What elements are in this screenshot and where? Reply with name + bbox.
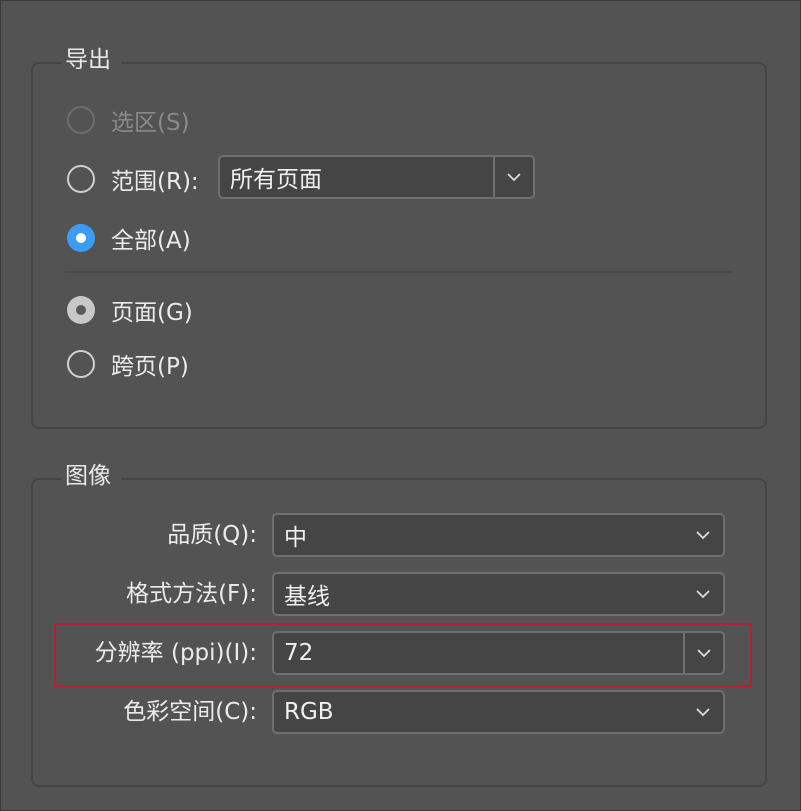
chevron-down-icon xyxy=(696,531,710,540)
image-group-title: 图像 xyxy=(61,462,121,490)
resolution-dropdown-button[interactable] xyxy=(683,633,723,673)
radio-label-spreads[interactable]: 跨页(P) xyxy=(111,347,189,381)
radio-label-pages[interactable]: 页面(G) xyxy=(111,293,193,327)
radio-pages[interactable]: 页面(G) xyxy=(67,293,193,327)
chevron-down-icon xyxy=(507,173,521,182)
radio-button-all[interactable] xyxy=(67,224,95,252)
radio-button-range[interactable] xyxy=(67,165,95,193)
format-method-dropdown-button[interactable] xyxy=(683,574,723,614)
range-select[interactable]: 所有页面 xyxy=(218,155,535,199)
radio-range[interactable]: 范围(R): xyxy=(67,162,199,196)
radio-label-selection: 选区(S) xyxy=(111,110,190,136)
color-space-label: 色彩空间(C): xyxy=(123,699,257,725)
export-group-title: 导出 xyxy=(61,46,121,74)
color-space-select[interactable]: RGB xyxy=(272,690,725,734)
format-method-select-value: 基线 xyxy=(284,584,330,610)
quality-dropdown-button[interactable] xyxy=(683,515,723,555)
range-select-value: 所有页面 xyxy=(230,167,322,193)
color-space-dropdown-button[interactable] xyxy=(683,692,723,732)
format-method-label: 格式方法(F): xyxy=(126,581,257,607)
radio-label-all[interactable]: 全部(A) xyxy=(111,221,191,255)
chevron-down-icon xyxy=(696,708,710,717)
radio-selection: 选区(S) xyxy=(67,103,190,137)
color-space-select-value: RGB xyxy=(284,699,334,725)
export-divider xyxy=(65,271,733,273)
quality-label: 品质(Q): xyxy=(167,522,257,548)
format-method-select[interactable]: 基线 xyxy=(272,572,725,616)
radio-button-selection xyxy=(67,106,95,134)
range-select-dropdown-button[interactable] xyxy=(493,157,533,197)
radio-button-spreads[interactable] xyxy=(67,350,95,378)
quality-select[interactable]: 中 xyxy=(272,513,725,557)
radio-button-pages[interactable] xyxy=(67,296,95,324)
radio-spreads[interactable]: 跨页(P) xyxy=(67,347,189,381)
resolution-label: 分辨率 (ppi)(I): xyxy=(94,640,257,666)
resolution-select[interactable]: 72 xyxy=(272,631,725,675)
resolution-select-value[interactable]: 72 xyxy=(274,640,683,666)
quality-select-value: 中 xyxy=(284,525,307,551)
chevron-down-icon xyxy=(697,649,711,658)
radio-label-range[interactable]: 范围(R): xyxy=(111,162,199,196)
chevron-down-icon xyxy=(696,590,710,599)
radio-all[interactable]: 全部(A) xyxy=(67,221,191,255)
